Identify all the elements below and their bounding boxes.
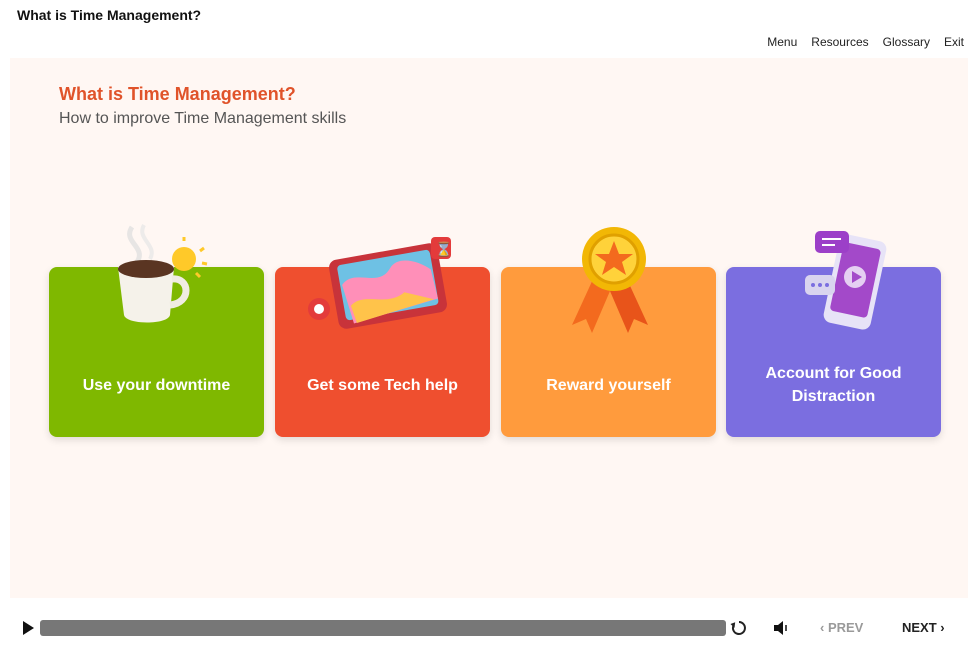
tablet-puzzle-icon: ⌛	[307, 237, 452, 329]
card-label: Get some Tech help	[307, 376, 458, 394]
card-use-downtime[interactable]: Use your downtime	[49, 224, 264, 437]
slide-subtitle: How to improve Time Management skills	[59, 110, 347, 127]
top-navigation: Menu Resources Glossary Exit	[767, 35, 964, 49]
glossary-link[interactable]: Glossary	[883, 35, 930, 49]
chevron-left-icon: ‹	[820, 620, 828, 635]
slide-canvas: What is Time Management? How to improve …	[10, 58, 968, 598]
card-good-distraction[interactable]: Account for Good Distraction	[726, 231, 941, 437]
chevron-right-icon: ›	[936, 620, 945, 635]
resources-link[interactable]: Resources	[811, 35, 868, 49]
svg-text:⌛: ⌛	[435, 241, 452, 258]
phone-chat-icon	[804, 231, 886, 330]
slide-title: What is Time Management?	[59, 84, 296, 104]
next-label: NEXT	[902, 620, 937, 635]
card-label: Reward yourself	[546, 376, 671, 394]
exit-link[interactable]: Exit	[944, 35, 964, 49]
next-button[interactable]: NEXT ›	[902, 620, 945, 635]
coffee-cup-icon	[117, 224, 207, 323]
prev-button[interactable]: ‹ PREV	[820, 620, 863, 635]
progress-bar[interactable]	[40, 620, 726, 636]
card-tech-help[interactable]: ⌛ Get some Tech help	[275, 237, 490, 437]
prev-label: PREV	[827, 620, 864, 635]
medal-icon	[571, 227, 648, 333]
replay-icon[interactable]	[730, 619, 748, 637]
card-label: Use your downtime	[82, 376, 231, 394]
menu-link[interactable]: Menu	[767, 35, 797, 49]
card-label: Account for Good Distraction	[765, 365, 902, 405]
card-reward-yourself[interactable]: Reward yourself	[501, 227, 716, 437]
volume-icon[interactable]	[772, 619, 790, 637]
play-icon[interactable]	[21, 620, 35, 636]
window-title: What is Time Management?	[17, 7, 202, 23]
player-bar: ‹ PREV NEXT ›	[0, 610, 980, 646]
